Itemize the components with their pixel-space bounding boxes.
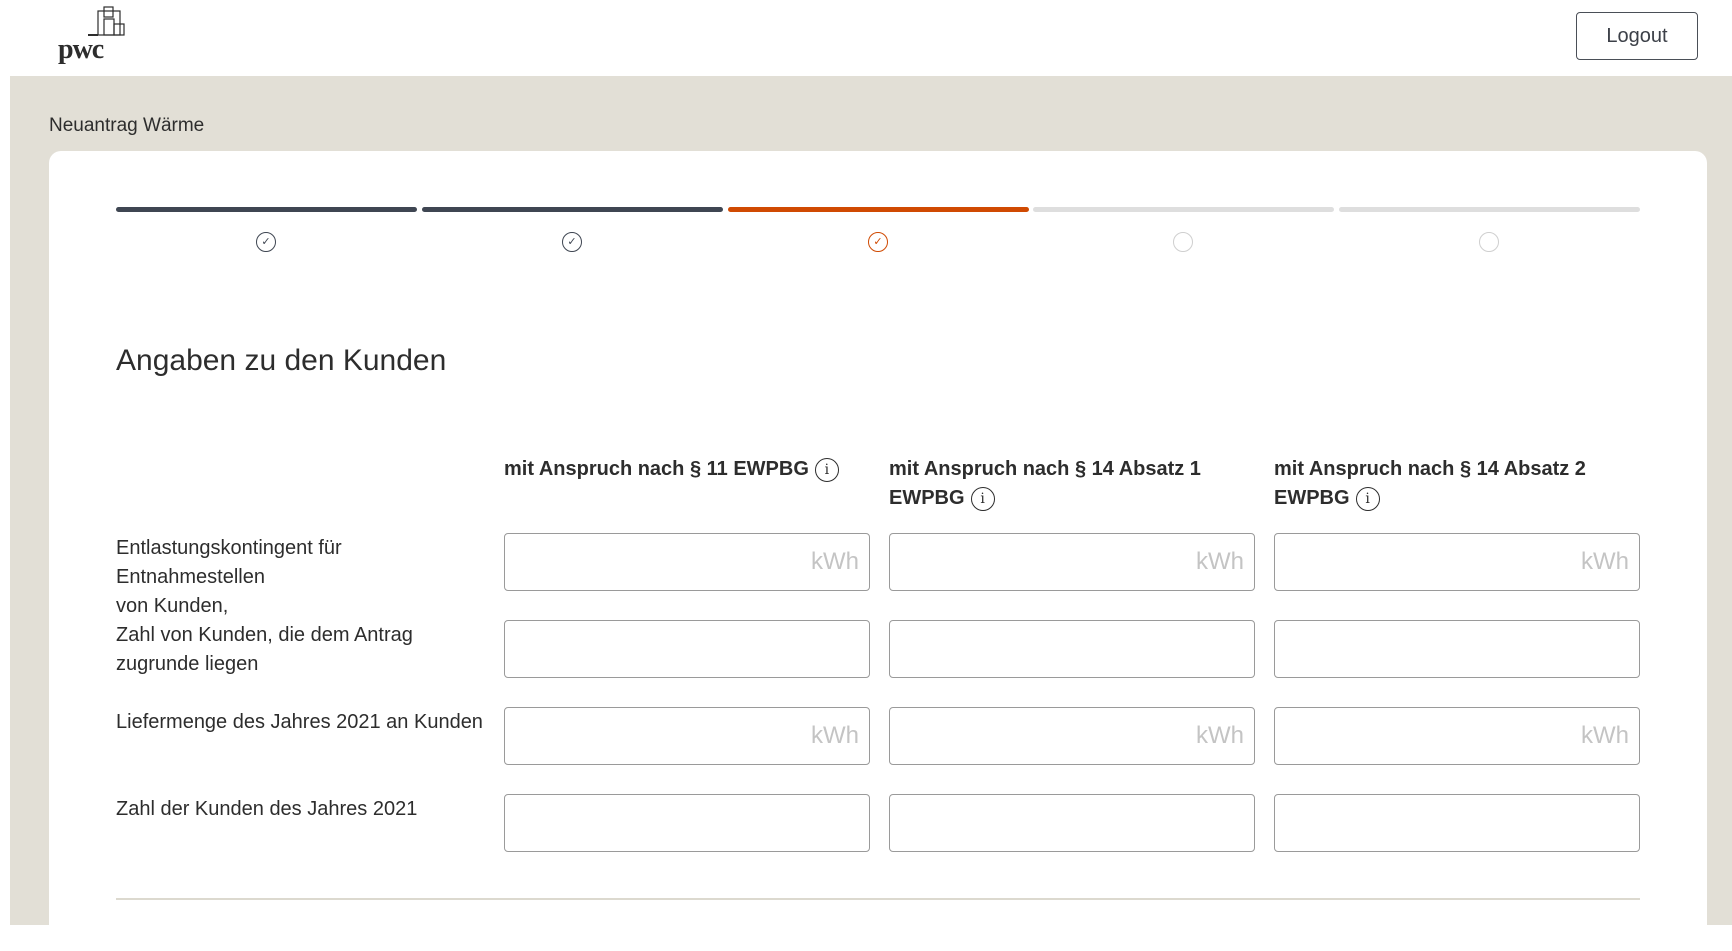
- section-divider: [116, 898, 1640, 900]
- unit-label: kWh: [1581, 722, 1629, 749]
- column-header-para-14-2: mit Anspruch nach § 14 Absatz 2 EWPBG i: [1274, 455, 1654, 513]
- step-5[interactable]: [1339, 207, 1640, 257]
- unit-label: kWh: [811, 548, 859, 575]
- app-header: pwc Logout: [0, 0, 1732, 76]
- step-check-icon: ✓: [868, 232, 888, 252]
- entlastungskontingent-para-14-1-input[interactable]: kWh: [889, 533, 1255, 591]
- entlastungskontingent-para-11-input[interactable]: kWh: [504, 533, 870, 591]
- row-label-line: zugrunde liegen: [116, 653, 259, 675]
- row-label-entlastungskontingent: Entlastungskontingent für Entnahmestelle…: [116, 534, 491, 621]
- step-check-icon: ✓: [256, 232, 276, 252]
- step-check-icon: ✓: [562, 232, 582, 252]
- unit-label: kWh: [1196, 548, 1244, 575]
- zahl-kunden-2021-para-14-1-input[interactable]: [889, 794, 1255, 852]
- step-1[interactable]: ✓: [116, 207, 417, 257]
- logout-button[interactable]: Logout: [1576, 12, 1698, 60]
- logo-text: pwc: [58, 34, 104, 65]
- unit-label: kWh: [1196, 722, 1244, 749]
- unit-label: kWh: [1581, 548, 1629, 575]
- entlastungskontingent-para-14-2-input[interactable]: kWh: [1274, 533, 1640, 591]
- liefermenge-2021-para-14-1-input[interactable]: kWh: [889, 707, 1255, 765]
- row-label-line: Zahl der Kunden des Jahres 2021: [116, 798, 418, 820]
- step-bar: [116, 207, 417, 212]
- step-bar: [422, 207, 723, 212]
- column-header-label: mit Anspruch nach § 14 Absatz 2: [1274, 458, 1586, 480]
- row-label-liefermenge-2021: Liefermenge des Jahres 2021 an Kunden: [116, 708, 491, 737]
- info-icon[interactable]: i: [1355, 486, 1380, 511]
- pwc-logo[interactable]: pwc: [56, 6, 136, 68]
- column-header-para-11: mit Anspruch nach § 11 EWPBG i: [504, 455, 884, 484]
- step-bar: [1339, 207, 1640, 212]
- logo-building-icon: [88, 6, 125, 36]
- liefermenge-2021-para-11-input[interactable]: kWh: [504, 707, 870, 765]
- column-header-label: mit Anspruch nach § 14 Absatz 1: [889, 458, 1201, 480]
- zahl-kunden-antrag-para-14-1-input[interactable]: [889, 620, 1255, 678]
- info-icon[interactable]: i: [970, 486, 995, 511]
- info-icon[interactable]: i: [814, 457, 839, 482]
- step-3[interactable]: ✓: [728, 207, 1029, 257]
- row-label-line: Liefermenge des Jahres 2021 an Kunden: [116, 711, 483, 733]
- zahl-kunden-2021-para-11-input[interactable]: [504, 794, 870, 852]
- step-bar: [1033, 207, 1334, 212]
- step-bar: [728, 207, 1029, 212]
- section-heading: Angaben zu den Kunden: [116, 344, 447, 377]
- row-label-zahl-kunden-2021: Zahl der Kunden des Jahres 2021: [116, 795, 491, 824]
- column-header-label-cont: EWPBG: [889, 487, 965, 509]
- row-label-zahl-kunden-antrag: Zahl von Kunden, die dem Antrag zugrunde…: [116, 621, 491, 679]
- column-header-label: mit Anspruch nach § 11 EWPBG: [504, 458, 809, 480]
- progress-stepper: ✓ ✓ ✓: [116, 207, 1640, 257]
- zahl-kunden-2021-para-14-2-input[interactable]: [1274, 794, 1640, 852]
- zahl-kunden-antrag-para-14-2-input[interactable]: [1274, 620, 1640, 678]
- unit-label: kWh: [811, 722, 859, 749]
- zahl-kunden-antrag-para-11-input[interactable]: [504, 620, 870, 678]
- page-title: Neuantrag Wärme: [49, 115, 205, 136]
- liefermenge-2021-para-14-2-input[interactable]: kWh: [1274, 707, 1640, 765]
- column-header-para-14-1: mit Anspruch nach § 14 Absatz 1 EWPBG i: [889, 455, 1269, 513]
- row-label-line: Entlastungskontingent für Entnahmestelle…: [116, 537, 342, 588]
- column-header-label-cont: EWPBG: [1274, 487, 1350, 509]
- step-empty-circle-icon: [1479, 232, 1499, 252]
- row-label-line: von Kunden,: [116, 595, 229, 617]
- step-empty-circle-icon: [1173, 232, 1193, 252]
- step-2[interactable]: ✓: [422, 207, 723, 257]
- step-4[interactable]: [1033, 207, 1334, 257]
- row-label-line: Zahl von Kunden, die dem Antrag: [116, 624, 413, 646]
